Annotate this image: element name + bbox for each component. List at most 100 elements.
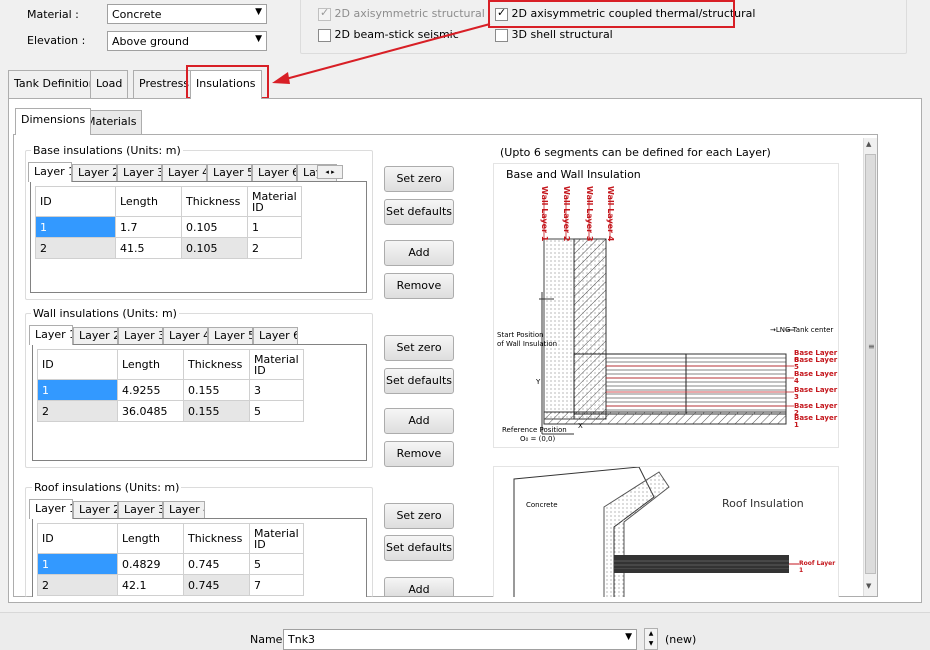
roof-insulations-title: Roof insulations (Units: m) bbox=[32, 481, 182, 494]
wall-add-button[interactable]: Add bbox=[384, 408, 454, 434]
roof-tab-layer-1[interactable]: Layer 1 bbox=[29, 499, 73, 519]
column-header-thickness: Thickness bbox=[183, 523, 250, 554]
column-header-length: Length bbox=[117, 349, 184, 380]
column-header-length: Length bbox=[115, 186, 182, 217]
name-stepper[interactable]: ▲ ▼ bbox=[644, 628, 658, 650]
base-remove-button[interactable]: Remove bbox=[384, 273, 454, 299]
elevation-select[interactable]: Above ground ▼ bbox=[107, 31, 267, 51]
wall-tab-layer-3[interactable]: Layer 3 bbox=[118, 327, 163, 345]
table-cell[interactable]: 0.745 bbox=[183, 574, 250, 596]
base-tab-layer-2[interactable]: Layer 2 bbox=[72, 164, 117, 182]
base-tab-layer-4[interactable]: Layer 4 bbox=[162, 164, 207, 182]
table-cell[interactable]: 0.155 bbox=[183, 379, 250, 401]
roof-add-button[interactable]: Add bbox=[384, 577, 454, 596]
table-cell[interactable]: 0.105 bbox=[181, 216, 248, 238]
table-cell[interactable]: 36.0485 bbox=[117, 400, 184, 422]
wall-table: ID Length Thickness Material ID 1 4.9255… bbox=[37, 349, 304, 422]
roof-tab-layer-2[interactable]: Layer 2 bbox=[73, 501, 118, 519]
wall-set-defaults-button[interactable]: Set defaults bbox=[384, 368, 454, 394]
base-set-defaults-button[interactable]: Set defaults bbox=[384, 199, 454, 225]
table-cell[interactable]: 2 bbox=[37, 574, 118, 596]
table-cell[interactable]: 2 bbox=[247, 237, 302, 259]
table-cell[interactable]: 41.5 bbox=[115, 237, 182, 259]
wall-tab-layer-6[interactable]: Layer 6 bbox=[253, 327, 298, 345]
table-row[interactable]: 2 42.1 0.745 7 bbox=[37, 574, 304, 596]
table-cell[interactable]: 2 bbox=[35, 237, 116, 259]
base-add-button[interactable]: Add bbox=[384, 240, 454, 266]
roof-tab-layer-4[interactable]: Layer 4 bbox=[163, 501, 205, 519]
wall-grid: ID Length Thickness Material ID 1 4.9255… bbox=[32, 344, 367, 461]
table-cell[interactable]: 0.4829 bbox=[117, 553, 184, 575]
vertical-scrollbar[interactable]: ▲ ≡ ▼ bbox=[863, 138, 877, 596]
roof-set-zero-button[interactable]: Set zero bbox=[384, 503, 454, 529]
wall-insulations-title: Wall insulations (Units: m) bbox=[31, 307, 179, 320]
base-layer-5-label: Base Layer 5 bbox=[794, 356, 838, 371]
base-layer-1-label: Base Layer 1 bbox=[794, 414, 838, 429]
base-tab-layer-3[interactable]: Layer 3 bbox=[117, 164, 162, 182]
material-select[interactable]: Concrete ▼ bbox=[107, 4, 267, 24]
column-header-id: ID bbox=[37, 523, 118, 554]
table-cell[interactable]: 1 bbox=[37, 379, 118, 401]
table-cell[interactable]: 4.9255 bbox=[117, 379, 184, 401]
tab-load[interactable]: Load bbox=[90, 70, 129, 98]
base-tab-layer-6[interactable]: Layer 6 bbox=[252, 164, 297, 182]
table-cell[interactable]: 1 bbox=[247, 216, 302, 238]
roof-drawing bbox=[513, 467, 799, 597]
lng-center-label: →LNG Tank center bbox=[770, 326, 834, 334]
tab-scroll-arrows-icon[interactable]: ◂ ▸ bbox=[317, 165, 343, 179]
start-position-label: Start Position of Wall Insulation bbox=[497, 331, 558, 348]
base-tab-layer-1[interactable]: Layer 1 bbox=[28, 162, 72, 182]
stepper-up-icon[interactable]: ▲ bbox=[645, 629, 657, 639]
table-row[interactable]: 2 41.5 0.105 2 bbox=[35, 237, 302, 259]
column-header-thickness: Thickness bbox=[181, 186, 248, 217]
column-header-id: ID bbox=[35, 186, 116, 217]
wall-tab-layer-2[interactable]: Layer 2 bbox=[73, 327, 118, 345]
table-row[interactable]: 1 0.4829 0.745 5 bbox=[37, 553, 304, 575]
table-cell[interactable]: 5 bbox=[249, 553, 304, 575]
base-set-zero-button[interactable]: Set zero bbox=[384, 166, 454, 192]
table-cell[interactable]: 3 bbox=[249, 379, 304, 401]
roof-set-defaults-button[interactable]: Set defaults bbox=[384, 535, 454, 561]
column-header-material-id: Material ID bbox=[249, 523, 304, 554]
table-row[interactable]: 2 36.0485 0.155 5 bbox=[37, 400, 304, 422]
name-value: Tnk3 bbox=[288, 633, 316, 646]
name-select[interactable]: Tnk3 ▼ bbox=[283, 629, 637, 650]
table-row[interactable]: 1 4.9255 0.155 3 bbox=[37, 379, 304, 401]
scrollbar-thumb[interactable] bbox=[865, 154, 876, 574]
tab-dimensions[interactable]: Dimensions bbox=[15, 108, 92, 135]
base-layer-4-label: Base Layer 4 bbox=[794, 370, 838, 385]
table-row[interactable]: 1 1.7 0.105 1 bbox=[35, 216, 302, 238]
option-2d-axisymmetric-structural[interactable]: 2D axisymmetric structural bbox=[318, 6, 485, 21]
tab-insulations[interactable]: Insulations bbox=[190, 70, 262, 99]
wall-tab-layer-5[interactable]: Layer 5 bbox=[208, 327, 253, 345]
wall-set-zero-button[interactable]: Set zero bbox=[384, 335, 454, 361]
table-cell[interactable]: 1 bbox=[35, 216, 116, 238]
table-cell[interactable]: 0.155 bbox=[183, 400, 250, 422]
concrete-label: Concrete bbox=[526, 501, 558, 509]
table-cell[interactable]: 7 bbox=[249, 574, 304, 596]
table-cell[interactable]: 0.745 bbox=[183, 553, 250, 575]
diagram-note: (Upto 6 segments can be defined for each… bbox=[500, 146, 771, 159]
wall-tab-layer-4[interactable]: Layer 4 bbox=[163, 327, 208, 345]
wall-tab-layer-1[interactable]: Layer 1 bbox=[29, 325, 73, 345]
stepper-down-icon[interactable]: ▼ bbox=[645, 639, 657, 649]
scroll-up-icon[interactable]: ▲ bbox=[866, 140, 871, 148]
column-header-length: Length bbox=[117, 523, 184, 554]
option-3d-shell-structural[interactable]: 3D shell structural bbox=[495, 28, 613, 42]
base-grid: ID Length Thickness Material ID 1 1.7 0.… bbox=[30, 181, 367, 293]
grip-icon: ≡ bbox=[868, 342, 875, 351]
scroll-down-icon[interactable]: ▼ bbox=[866, 582, 871, 590]
wall-remove-button[interactable]: Remove bbox=[384, 441, 454, 467]
tab-tank-definition[interactable]: Tank Definition bbox=[8, 70, 102, 98]
table-cell[interactable]: 5 bbox=[249, 400, 304, 422]
table-cell[interactable]: 0.105 bbox=[181, 237, 248, 259]
table-cell[interactable]: 1.7 bbox=[115, 216, 182, 238]
roof-tab-layer-3[interactable]: Layer 3 bbox=[118, 501, 163, 519]
chevron-down-icon: ▼ bbox=[625, 632, 632, 642]
table-cell[interactable]: 42.1 bbox=[117, 574, 184, 596]
chevron-down-icon: ▼ bbox=[255, 7, 262, 17]
table-cell[interactable]: 1 bbox=[37, 553, 118, 575]
table-cell[interactable]: 2 bbox=[37, 400, 118, 422]
roof-diagram-title: Roof Insulation bbox=[722, 497, 804, 510]
base-tab-layer-5[interactable]: Layer 5 bbox=[207, 164, 252, 182]
